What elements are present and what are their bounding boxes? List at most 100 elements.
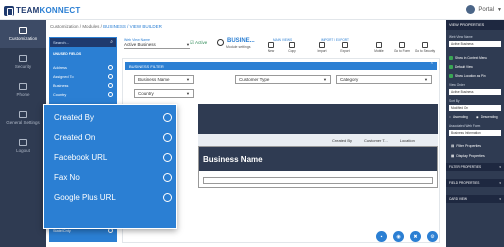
card-title: Business Name bbox=[199, 147, 437, 171]
breadcrumb-sep: / bbox=[79, 24, 82, 29]
team-konnect-logo[interactable]: TEAMKONNECT bbox=[4, 5, 80, 16]
chevron-down-icon: ▼ bbox=[186, 91, 190, 96]
filter-field-customer-type[interactable]: Customer Type ▼ bbox=[235, 75, 331, 84]
field-picker-popup: Created By Created On Facebook URL Fax N… bbox=[43, 104, 177, 229]
filter-header[interactable]: BUSINESS FILTER ⌃ bbox=[125, 62, 437, 70]
active-checkbox[interactable]: ☑ Active bbox=[190, 40, 207, 46]
preview-icon[interactable]: ◉ bbox=[393, 231, 404, 242]
checkbox-icon bbox=[449, 65, 453, 69]
checkbox-icon bbox=[449, 56, 453, 60]
collapse-icon[interactable]: ⌃ bbox=[430, 62, 434, 68]
module-settings-link[interactable]: Module settings bbox=[226, 45, 251, 49]
settings-icon[interactable]: ⚙ bbox=[427, 231, 438, 242]
sort-by-select[interactable]: Modified On bbox=[449, 105, 501, 111]
import-button[interactable]: Import bbox=[315, 42, 329, 58]
go-to-form-label: Go to Form bbox=[393, 49, 411, 53]
filter-field-category[interactable]: Category ▼ bbox=[336, 75, 432, 84]
list-item[interactable]: Assigned To bbox=[53, 72, 113, 81]
card-view-section[interactable]: CARD VIEW ▾ bbox=[446, 195, 504, 203]
show-location-checkbox[interactable]: Show Location as Pin bbox=[449, 74, 486, 78]
sort-by-label: Sort By bbox=[449, 99, 460, 103]
nav-item-general-settings[interactable]: General Settings bbox=[0, 104, 46, 132]
filter-field-country[interactable]: Country ▼ bbox=[134, 89, 194, 98]
search-input[interactable]: Search... ⌕ bbox=[50, 38, 116, 47]
column-customer-type[interactable]: Customer T... bbox=[364, 138, 388, 143]
new-label: New bbox=[267, 49, 275, 53]
field-label: Country bbox=[53, 92, 67, 97]
descending-radio[interactable]: ◉ Descending bbox=[476, 115, 498, 119]
list-item[interactable]: Created By bbox=[54, 107, 172, 127]
avatar bbox=[466, 5, 476, 14]
search-icon[interactable]: ⌕ bbox=[110, 39, 113, 45]
show-in-context-menu-checkbox[interactable]: Show in Context Menu bbox=[449, 56, 487, 60]
business-name-card[interactable]: Business Name bbox=[198, 146, 438, 188]
view-order-input[interactable]: Active Business bbox=[449, 89, 501, 95]
checkbox-label: Show Location as Pin bbox=[455, 74, 486, 78]
chevron-down-icon: ▾ bbox=[499, 165, 501, 169]
filter-field-label: Country bbox=[138, 91, 154, 96]
breadcrumb-mid[interactable]: Modules bbox=[82, 24, 99, 29]
copy-button[interactable]: Copy bbox=[285, 42, 299, 58]
list-item[interactable]: Facebook URL bbox=[54, 147, 172, 167]
top-bar: TEAMKONNECT Portal ▼ bbox=[0, 0, 504, 20]
section-label: FIELD PROPERTIES bbox=[449, 181, 480, 185]
column-location[interactable]: Location bbox=[400, 138, 415, 143]
column-created-by[interactable]: Created By bbox=[332, 138, 352, 143]
unused-fields-label: UNUSED FIELDS bbox=[53, 52, 82, 56]
go-to-security-button[interactable]: Go to Security bbox=[413, 42, 437, 58]
user-menu[interactable]: Portal ▼ bbox=[466, 5, 502, 14]
list-item[interactable]: Business bbox=[53, 81, 113, 90]
mobile-button[interactable]: Mobile bbox=[372, 42, 386, 58]
radio-icon[interactable] bbox=[163, 132, 172, 142]
radio-icon[interactable] bbox=[108, 83, 113, 88]
radio-icon[interactable] bbox=[108, 92, 113, 97]
copy-icon bbox=[289, 42, 295, 48]
nav-item-phone[interactable]: Phone bbox=[0, 76, 46, 104]
default-view-checkbox[interactable]: Default View bbox=[449, 65, 473, 69]
radio-icon[interactable] bbox=[163, 112, 172, 122]
radio-icon[interactable] bbox=[163, 152, 172, 162]
field-label: Created By bbox=[54, 112, 95, 122]
ascending-radio[interactable]: ○ Ascending bbox=[449, 115, 468, 119]
section-label: CARD VIEW bbox=[449, 197, 468, 201]
radio-icon[interactable] bbox=[163, 192, 172, 202]
filter-properties-button[interactable]: ▤ Filter Properties bbox=[449, 142, 501, 149]
list-item[interactable]: Address bbox=[53, 63, 113, 72]
delete-icon[interactable]: ✖ bbox=[410, 231, 421, 242]
list-item[interactable]: Created On bbox=[54, 127, 172, 147]
field-properties-section[interactable]: FIELD PROPERTIES ▾ bbox=[446, 179, 504, 187]
display-properties-button[interactable]: ▦ Display Properties bbox=[449, 152, 501, 159]
filter-properties-section[interactable]: FILTER PROPERTIES ▾ bbox=[446, 163, 504, 171]
field-label: Facebook URL bbox=[54, 152, 108, 162]
save-icon[interactable]: ▪ bbox=[376, 231, 387, 242]
export-icon bbox=[342, 42, 348, 48]
associated-form-select[interactable]: Business Information bbox=[449, 130, 501, 136]
chevron-down-icon: ▼ bbox=[497, 6, 502, 13]
nav-item-customization[interactable]: Customization bbox=[0, 20, 46, 48]
breadcrumb-sep: / bbox=[100, 24, 102, 29]
grid-header: Created By Customer T... Location bbox=[198, 134, 438, 146]
active-label: Active bbox=[195, 40, 208, 45]
web-view-name-input[interactable]: Active Business bbox=[449, 41, 501, 47]
section-label: FILTER PROPERTIES bbox=[449, 165, 482, 169]
card-field[interactable] bbox=[203, 177, 433, 184]
radio-icon[interactable] bbox=[108, 74, 113, 79]
user-name: Portal bbox=[478, 6, 495, 13]
view-name-value: Active Business bbox=[124, 42, 156, 47]
nav-item-security[interactable]: Security bbox=[0, 48, 46, 76]
filter-field-business-name[interactable]: Business Name ▼ bbox=[134, 75, 194, 84]
radio-icon[interactable] bbox=[108, 65, 113, 70]
list-item[interactable]: Fax No bbox=[54, 167, 172, 187]
list-item[interactable]: Google Plus URL bbox=[54, 187, 172, 207]
gear-icon[interactable] bbox=[217, 39, 224, 46]
new-button[interactable]: New bbox=[264, 42, 278, 58]
nav-item-logout[interactable]: Logout bbox=[0, 132, 46, 160]
view-name-field[interactable]: Web View Name Active Business ▼ bbox=[124, 38, 190, 49]
associated-form-label: Associated Web Form bbox=[449, 124, 481, 128]
radio-icon[interactable] bbox=[163, 172, 172, 182]
field-label: Google Plus URL bbox=[54, 192, 116, 202]
go-to-form-button[interactable]: Go to Form bbox=[392, 42, 412, 58]
breadcrumb-root[interactable]: Customization bbox=[50, 24, 79, 29]
list-item[interactable]: Country bbox=[53, 90, 113, 99]
export-button[interactable]: Export bbox=[338, 42, 352, 58]
